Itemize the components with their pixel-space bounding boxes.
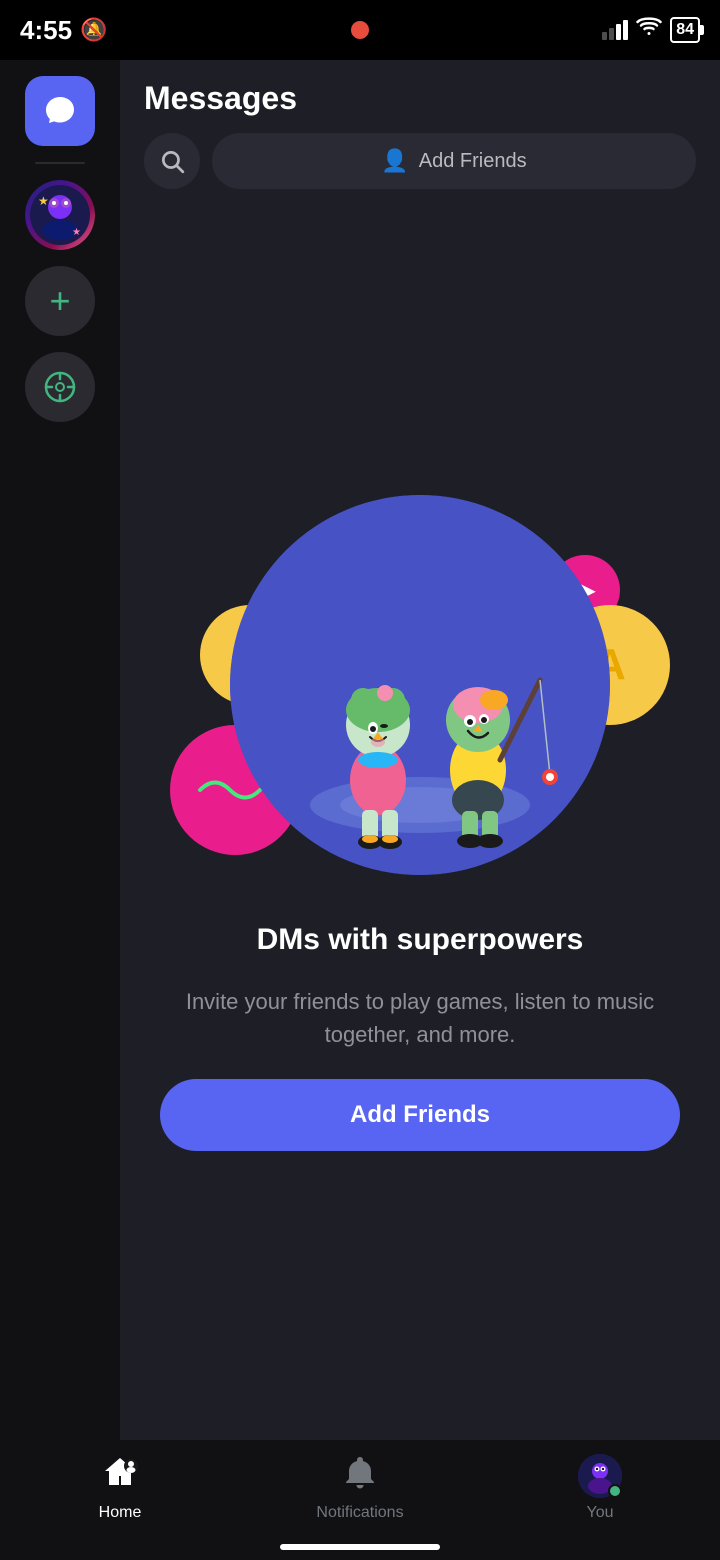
server-avatar-art: ★ ★ [30, 185, 90, 245]
content-area: Messages 👤 Add Friends [120, 60, 720, 1440]
svg-text:★: ★ [72, 227, 81, 238]
search-button[interactable] [144, 133, 200, 189]
main-layout: ★ ★ + Messages [0, 60, 720, 1440]
add-friends-header-button[interactable]: 👤 Add Friends [212, 133, 696, 189]
time-display: 4:55 [20, 15, 72, 46]
search-icon [159, 148, 185, 174]
empty-state: 🎵 ▶ A [120, 205, 720, 1440]
sidebar-item-add-server[interactable]: + [25, 266, 95, 336]
nav-item-you[interactable]: You [480, 1454, 720, 1522]
sidebar: ★ ★ + [0, 60, 120, 1440]
empty-state-description: Invite your friends to play games, liste… [160, 985, 680, 1051]
status-bar: 4:55 🔕 84 [0, 0, 720, 60]
header-actions: 👤 Add Friends [144, 133, 696, 189]
sidebar-item-discover[interactable] [25, 352, 95, 422]
you-avatar-container [578, 1454, 622, 1498]
mute-icon: 🔕 [80, 17, 107, 43]
home-label: Home [99, 1504, 142, 1522]
nav-item-notifications[interactable]: Notifications [240, 1454, 480, 1522]
bottom-nav: Home Notifications [0, 1440, 720, 1560]
header: Messages 👤 Add Friends [120, 60, 720, 205]
discover-icon [42, 369, 78, 405]
add-icon: + [49, 283, 70, 319]
battery-level: 84 [676, 21, 694, 39]
add-friends-main-label: Add Friends [350, 1101, 490, 1128]
bell-svg-icon [341, 1454, 379, 1492]
empty-state-title: DMs with superpowers [257, 923, 584, 957]
message-icon [42, 93, 78, 129]
dynamic-island [260, 10, 460, 50]
status-time: 4:55 🔕 [20, 15, 107, 46]
svg-text:★: ★ [38, 194, 49, 208]
sidebar-divider [35, 162, 85, 164]
main-illustration-circle [230, 495, 610, 875]
online-indicator [608, 1484, 622, 1498]
signal-icon [602, 20, 628, 40]
home-svg-icon [101, 1454, 139, 1492]
sidebar-item-messages[interactable] [25, 76, 95, 146]
illustration: 🎵 ▶ A [180, 475, 660, 895]
status-icons: 84 [602, 17, 700, 43]
add-friends-icon: 👤 [381, 148, 408, 174]
battery-icon: 84 [670, 17, 700, 43]
bell-icon [341, 1454, 379, 1498]
characters-svg [230, 495, 610, 875]
add-friends-label: Add Friends [419, 150, 527, 173]
wifi-icon [636, 17, 662, 43]
home-indicator [280, 1544, 440, 1550]
you-label: You [587, 1504, 614, 1522]
recording-dot [351, 21, 369, 39]
nav-item-home[interactable]: Home [0, 1454, 240, 1522]
add-friends-main-button[interactable]: Add Friends [160, 1079, 680, 1151]
sidebar-item-server1[interactable]: ★ ★ [25, 180, 95, 250]
notifications-label: Notifications [316, 1504, 403, 1522]
home-icon [101, 1454, 139, 1498]
page-title: Messages [144, 80, 696, 117]
